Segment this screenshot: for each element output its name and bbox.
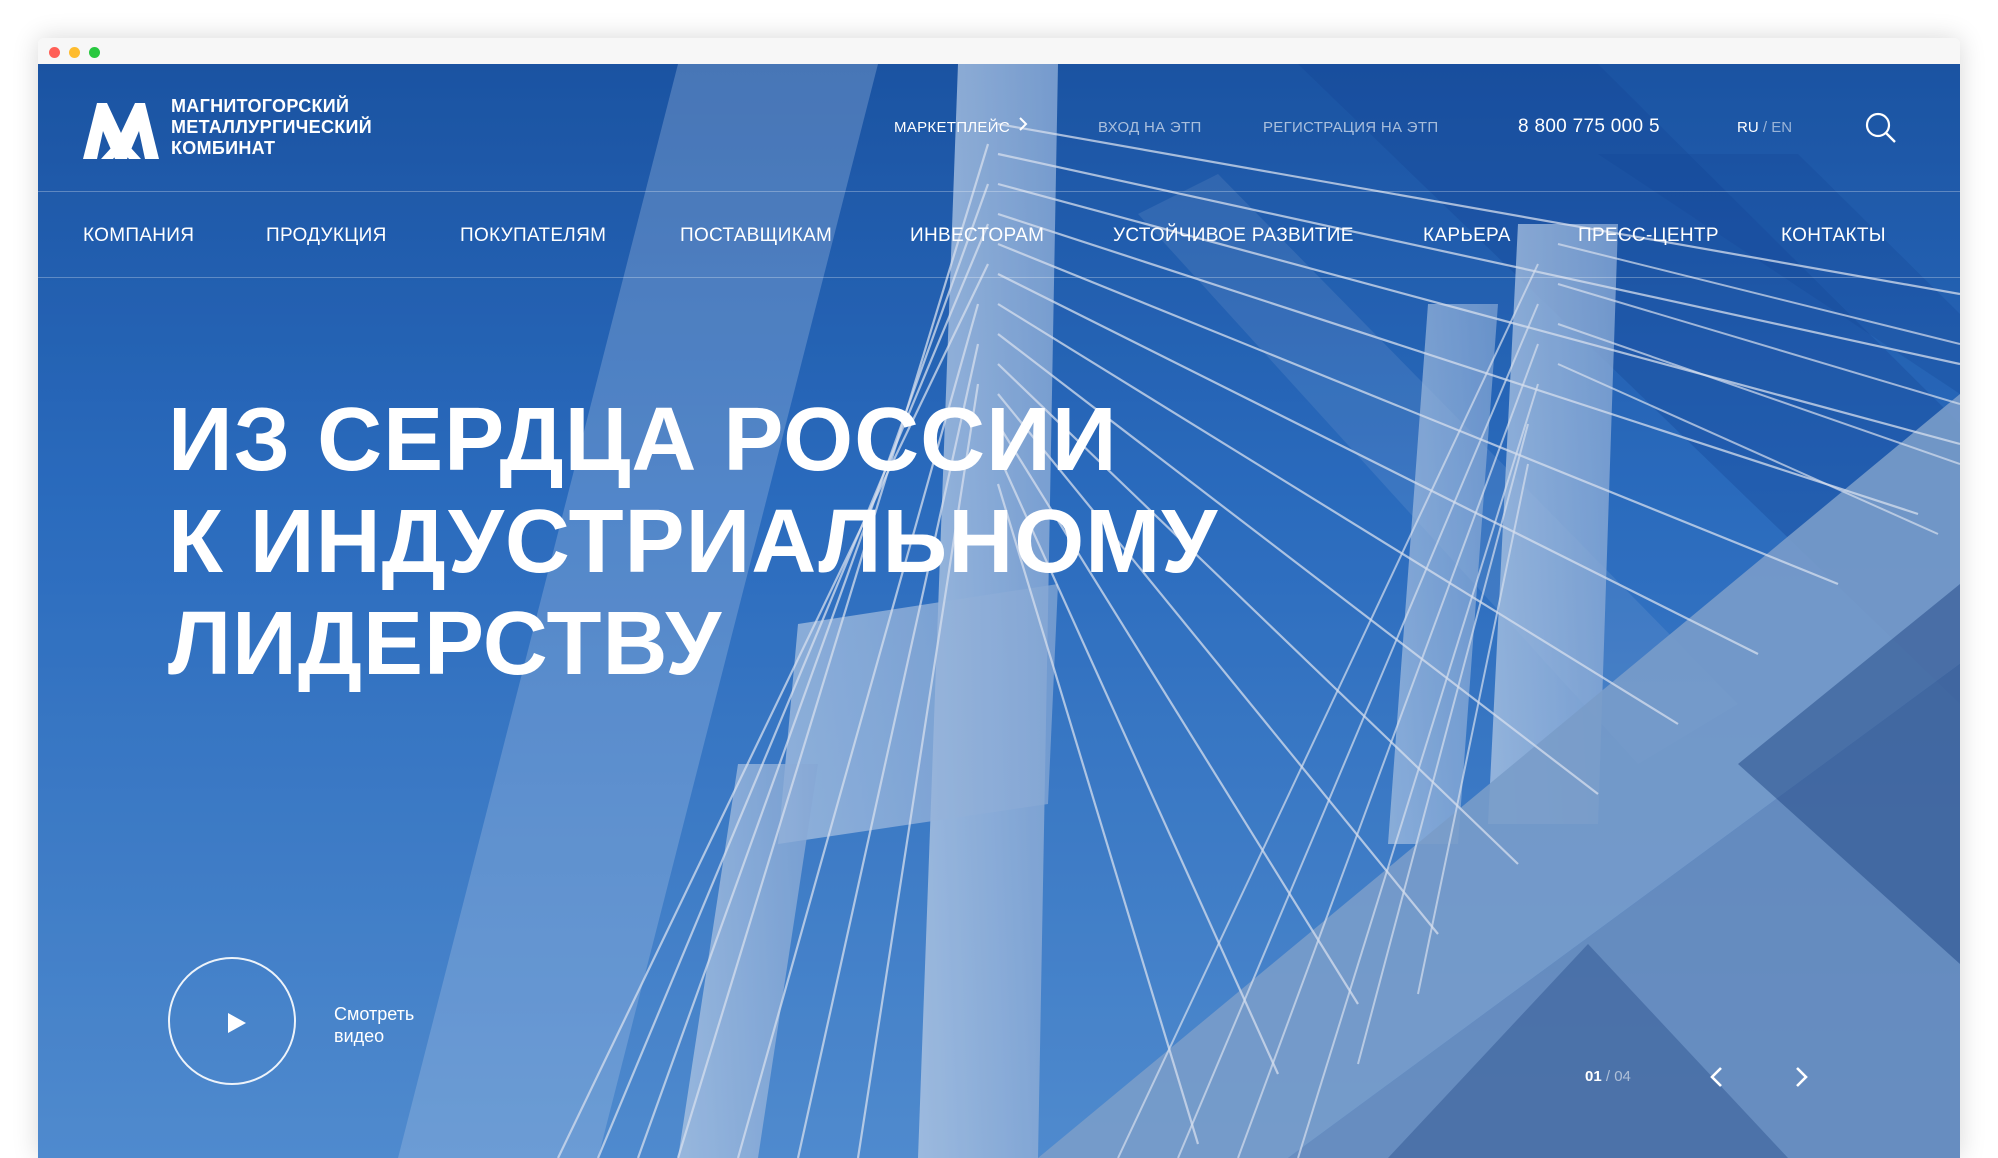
headline-line-3: ЛИДЕРСТВУ bbox=[168, 594, 723, 694]
search-icon bbox=[1865, 112, 1896, 143]
main-navigation: КОМПАНИЯ ПРОДУКЦИЯ ПОКУПАТЕЛЯМ ПОСТАВЩИК… bbox=[83, 222, 1900, 250]
browser-window: МАГНИТОГОРСКИЙ МЕТАЛЛУРГИЧЕСКИЙ КОМБИНАТ… bbox=[38, 38, 1960, 1158]
slide-total: 04 bbox=[1614, 1068, 1631, 1085]
window-titlebar bbox=[38, 38, 1960, 64]
chevron-right-icon bbox=[1796, 1067, 1808, 1087]
slide-separator: / bbox=[1605, 1068, 1611, 1085]
hero-section: МАГНИТОГОРСКИЙ МЕТАЛЛУРГИЧЕСКИЙ КОМБИНАТ… bbox=[38, 64, 1960, 1158]
nav-item-press-center[interactable]: ПРЕСС-ЦЕНТР bbox=[1578, 222, 1719, 250]
slide-prev-button[interactable] bbox=[1704, 1064, 1730, 1090]
nav-item-sustainability[interactable]: УСТОЙЧИВОЕ РАЗВИТИЕ bbox=[1113, 222, 1354, 250]
slide-current: 01 bbox=[1585, 1068, 1602, 1085]
site-logo[interactable]: МАГНИТОГОРСКИЙ МЕТАЛЛУРГИЧЕСКИЙ КОМБИНАТ bbox=[83, 96, 372, 159]
mmk-logo-icon bbox=[83, 102, 159, 159]
header-divider bbox=[38, 191, 1960, 192]
minimize-window-button[interactable] bbox=[69, 47, 80, 58]
play-icon bbox=[228, 1013, 246, 1033]
language-switcher: RU / EN bbox=[1737, 116, 1792, 140]
slide-counter: 01 / 04 bbox=[1585, 1067, 1631, 1087]
close-window-button[interactable] bbox=[49, 47, 60, 58]
nav-item-career[interactable]: КАРЬЕРА bbox=[1423, 222, 1511, 250]
maximize-window-button[interactable] bbox=[89, 47, 100, 58]
hero-headline: ИЗ СЕРДЦА РОССИИ К ИНДУСТРИАЛЬНОМУ ЛИДЕР… bbox=[168, 389, 1218, 695]
brand-name: МАГНИТОГОРСКИЙ МЕТАЛЛУРГИЧЕСКИЙ КОМБИНАТ bbox=[171, 96, 372, 159]
chevron-left-icon bbox=[1710, 1067, 1722, 1087]
lang-ru[interactable]: RU bbox=[1737, 119, 1759, 136]
search-button[interactable] bbox=[1864, 111, 1898, 145]
brand-line-1: МАГНИТОГОРСКИЙ bbox=[171, 96, 350, 116]
slide-next-button[interactable] bbox=[1788, 1064, 1814, 1090]
brand-line-3: КОМБИНАТ bbox=[171, 138, 276, 158]
nav-item-suppliers[interactable]: ПОСТАВЩИКАМ bbox=[680, 222, 832, 250]
nav-item-investors[interactable]: ИНВЕСТОРАМ bbox=[910, 222, 1044, 250]
lang-separator: / bbox=[1762, 119, 1768, 136]
chevron-right-icon bbox=[1018, 116, 1028, 140]
play-video-button[interactable] bbox=[168, 957, 296, 1085]
watch-video-label[interactable]: Смотреть видео bbox=[334, 1003, 454, 1047]
phone-number-link[interactable]: 8 800 775 000 5 bbox=[1518, 113, 1660, 141]
headline-line-1: ИЗ СЕРДЦА РОССИИ bbox=[168, 390, 1118, 490]
nav-divider bbox=[38, 277, 1960, 278]
nav-item-customers[interactable]: ПОКУПАТЕЛЯМ bbox=[460, 222, 606, 250]
etp-login-link[interactable]: ВХОД НА ЭТП bbox=[1098, 116, 1202, 140]
nav-item-company[interactable]: КОМПАНИЯ bbox=[83, 222, 194, 250]
nav-item-products[interactable]: ПРОДУКЦИЯ bbox=[266, 222, 387, 250]
brand-line-2: МЕТАЛЛУРГИЧЕСКИЙ bbox=[171, 117, 372, 137]
marketplace-link[interactable]: МАРКЕТПЛЕЙС bbox=[894, 116, 1028, 140]
nav-item-contacts[interactable]: КОНТАКТЫ bbox=[1781, 222, 1886, 250]
headline-line-2: К ИНДУСТРИАЛЬНОМУ bbox=[168, 492, 1219, 592]
etp-register-link[interactable]: РЕГИСТРАЦИЯ НА ЭТП bbox=[1263, 116, 1438, 140]
marketplace-label: МАРКЕТПЛЕЙС bbox=[894, 119, 1010, 136]
lang-en[interactable]: EN bbox=[1771, 119, 1792, 136]
